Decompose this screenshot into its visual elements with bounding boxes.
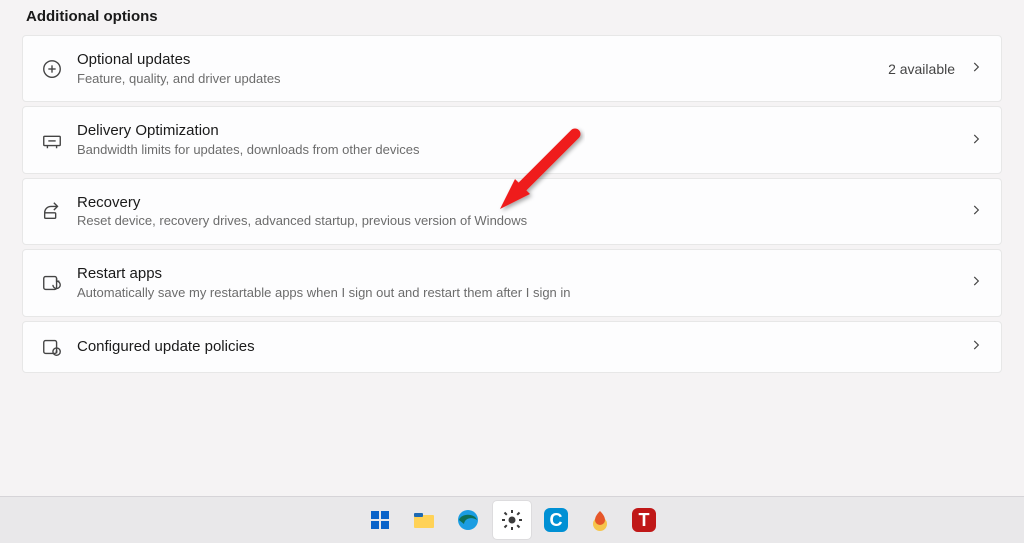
settings-card-list: Optional updates Feature, quality, and d… — [22, 35, 1002, 373]
taskbar-file-explorer[interactable] — [405, 501, 443, 539]
taskbar-edge[interactable] — [449, 501, 487, 539]
section-title: Additional options — [26, 8, 1002, 25]
policies-icon — [41, 336, 69, 358]
row-title: Restart apps — [77, 264, 969, 284]
taskbar-app-flame[interactable] — [581, 501, 619, 539]
row-subtitle: Automatically save my restartable apps w… — [77, 285, 969, 302]
taskbar-settings[interactable] — [493, 501, 531, 539]
delivery-icon — [41, 129, 69, 151]
configured-update-policies-row[interactable]: Configured update policies — [22, 321, 1002, 373]
taskbar-start[interactable] — [361, 501, 399, 539]
chevron-right-icon — [969, 338, 983, 355]
row-title: Optional updates — [77, 50, 888, 70]
row-subtitle: Feature, quality, and driver updates — [77, 71, 888, 88]
chevron-right-icon — [969, 274, 983, 291]
row-title: Configured update policies — [77, 337, 969, 357]
plus-circle-icon — [41, 58, 69, 80]
taskbar-app-c[interactable]: C — [537, 501, 575, 539]
row-subtitle: Reset device, recovery drives, advanced … — [77, 213, 969, 230]
row-title: Delivery Optimization — [77, 121, 969, 141]
chevron-right-icon — [969, 132, 983, 149]
row-title: Recovery — [77, 193, 969, 213]
recovery-row[interactable]: Recovery Reset device, recovery drives, … — [22, 178, 1002, 245]
chevron-right-icon — [969, 203, 983, 220]
available-count: 2 available — [888, 61, 955, 77]
restart-apps-icon — [41, 272, 69, 294]
chevron-right-icon — [969, 60, 983, 77]
optional-updates-row[interactable]: Optional updates Feature, quality, and d… — [22, 35, 1002, 102]
delivery-optimization-row[interactable]: Delivery Optimization Bandwidth limits f… — [22, 106, 1002, 173]
row-subtitle: Bandwidth limits for updates, downloads … — [77, 142, 969, 159]
taskbar-app-t[interactable]: T — [625, 501, 663, 539]
recovery-icon — [41, 200, 69, 222]
restart-apps-row[interactable]: Restart apps Automatically save my resta… — [22, 249, 1002, 316]
taskbar: C T — [0, 496, 1024, 543]
